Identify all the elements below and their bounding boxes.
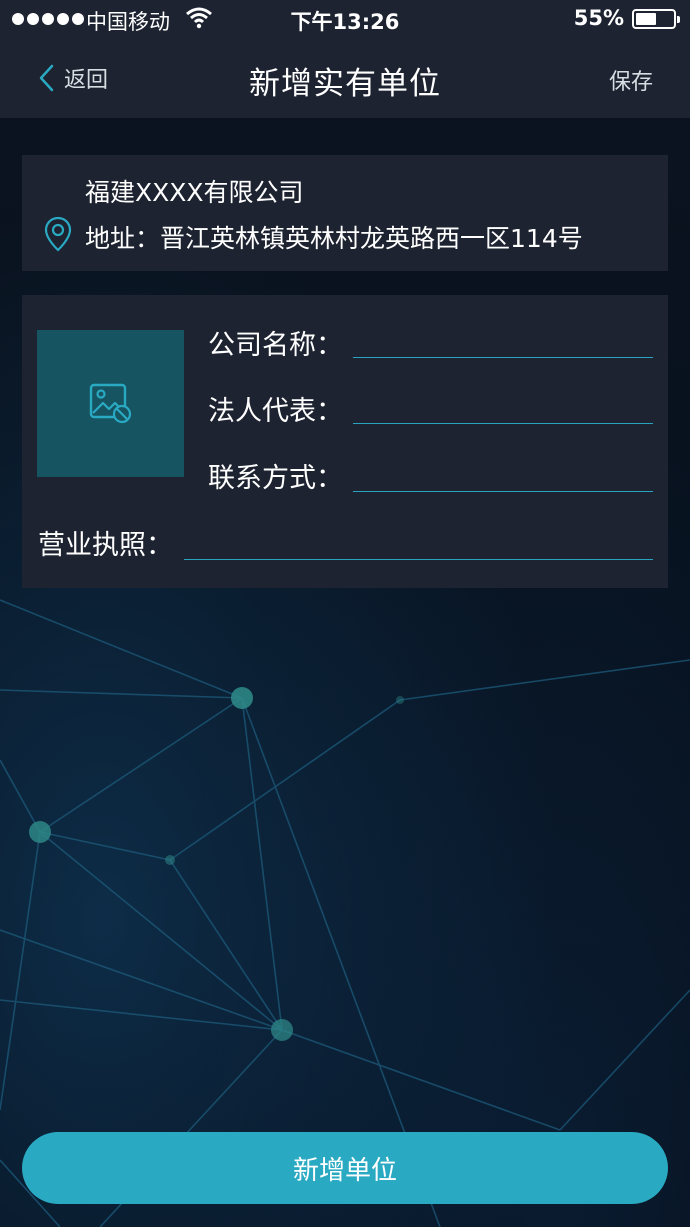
legal-rep-label: 法人代表： [208,396,343,427]
status-bar: 中国移动 下午13:26 55% [0,0,690,38]
unit-form-card: 公司名称： 法人代表： 联系方式： 营业执照： [22,295,668,588]
company-name-display: 福建XXXX有限公司 [85,178,304,207]
save-button[interactable]: 保存 [609,64,653,96]
company-name-label: 公司名称： [208,330,343,361]
battery-icon [632,9,680,29]
location-pin-icon [44,216,72,252]
photo-upload-button[interactable] [37,330,184,477]
legal-rep-input[interactable] [353,390,653,424]
contact-label: 联系方式： [208,463,343,494]
navigation-bar: 返回 新增实有单位 保存 [0,38,690,118]
contact-input[interactable] [353,458,653,492]
add-unit-button[interactable]: 新增单位 [22,1132,668,1204]
address-card: 福建XXXX有限公司 地址：晋江英林镇英林村龙英路西一区114号 [22,155,668,271]
page-title: 新增实有单位 [249,66,441,102]
company-name-input[interactable] [353,324,653,358]
image-placeholder-icon [89,383,131,423]
license-label: 营业执照： [38,530,173,561]
battery-percent: 55% [573,6,624,30]
license-input[interactable] [184,526,653,560]
address-text: 地址：晋江英林镇英林村龙英路西一区114号 [85,224,583,253]
